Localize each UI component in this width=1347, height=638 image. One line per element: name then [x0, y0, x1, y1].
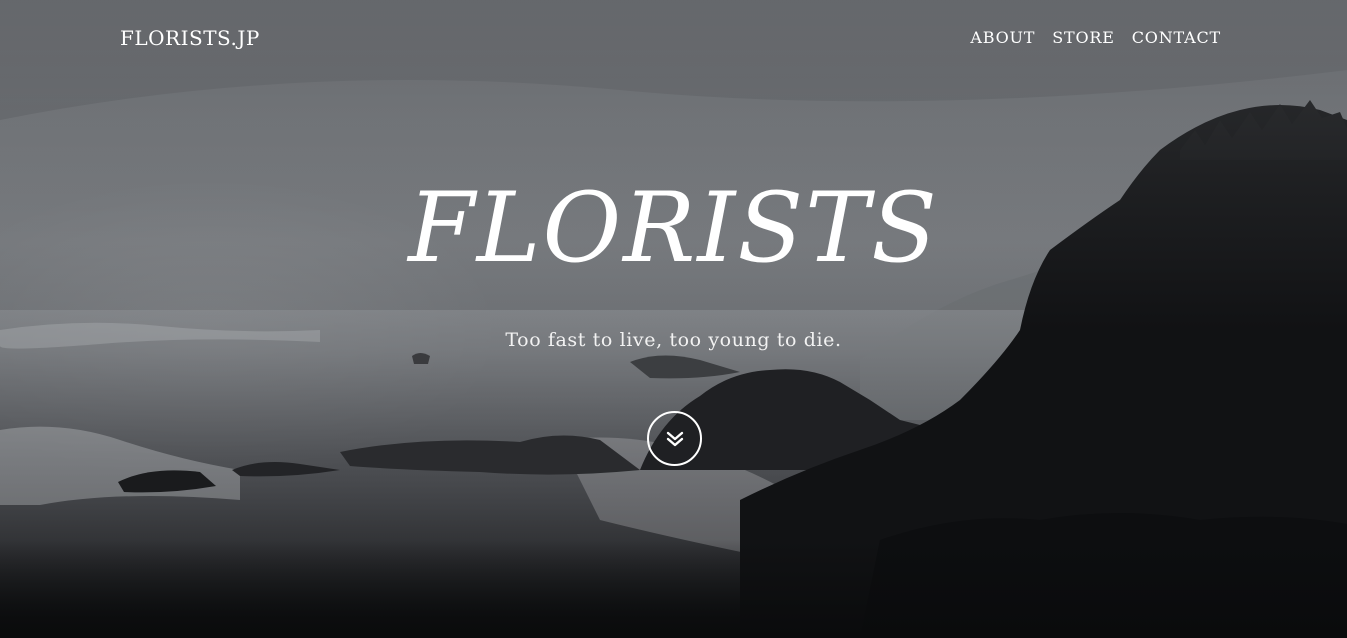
nav-link-about[interactable]: ABOUT: [970, 28, 1035, 47]
top-navigation-bar: FLORISTS.JP ABOUT STORE CONTACT: [0, 0, 1347, 78]
coastal-landscape-background: [0, 0, 1347, 638]
hero-tagline: Too fast to live, too young to die.: [505, 329, 842, 351]
nav-link-contact[interactable]: CONTACT: [1132, 28, 1221, 47]
hero-title: FLORISTS: [408, 172, 939, 284]
scroll-down-button[interactable]: [647, 411, 702, 466]
nav-link-store[interactable]: STORE: [1052, 28, 1114, 47]
brand-logo-link[interactable]: FLORISTS.JP: [120, 26, 260, 50]
hero-section: FLORISTS.JP ABOUT STORE CONTACT FLORISTS…: [0, 0, 1347, 638]
main-nav: ABOUT STORE CONTACT: [970, 28, 1221, 47]
chevron-double-down-icon: [666, 431, 683, 446]
